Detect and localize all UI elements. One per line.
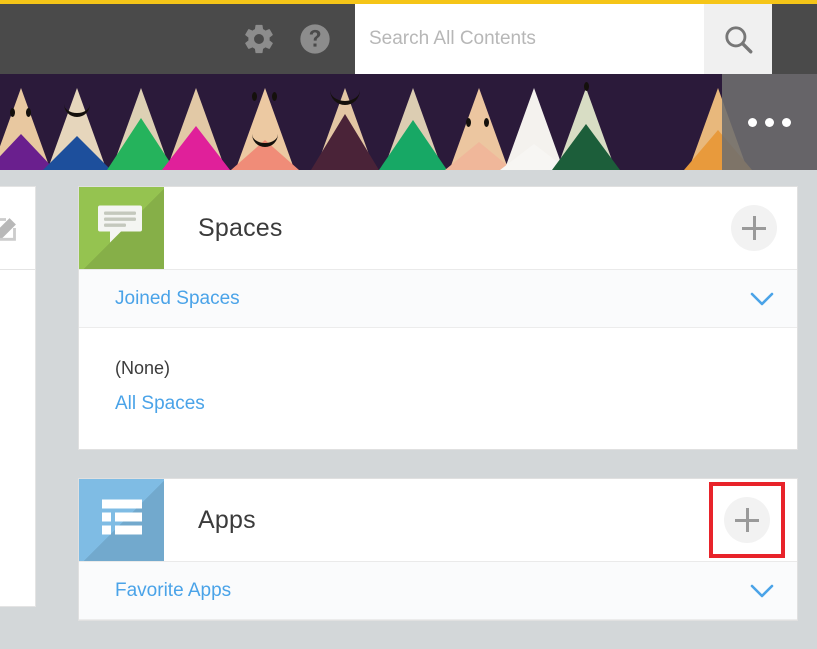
ellipsis-icon <box>782 117 791 127</box>
ellipsis-icon <box>748 117 757 127</box>
help-circle-icon[interactable] <box>297 21 333 57</box>
pencil <box>379 74 447 170</box>
joined-spaces-section-toggle[interactable]: Joined Spaces <box>79 270 797 328</box>
search-input[interactable] <box>355 4 704 74</box>
app-header <box>0 4 817 74</box>
pencil <box>222 74 308 170</box>
speech-bubble-icon <box>97 204 147 253</box>
spaces-empty-text: (None) <box>115 358 171 378</box>
chevron-down-icon <box>749 291 775 307</box>
rail-lower-panel <box>0 270 36 607</box>
pencil <box>552 74 620 170</box>
header-icon-group <box>0 4 355 74</box>
apps-add-slot-highlight <box>709 482 785 558</box>
pencil <box>500 74 568 170</box>
pencil <box>42 74 112 170</box>
pencil <box>0 74 55 170</box>
pencil <box>308 74 382 170</box>
compose-panel[interactable] <box>0 186 36 270</box>
spaces-add-button[interactable] <box>731 205 777 251</box>
top-accent-bar <box>0 0 817 4</box>
all-spaces-link[interactable]: All Spaces <box>115 393 205 415</box>
favorite-apps-section-toggle[interactable]: Favorite Apps <box>79 562 797 620</box>
ellipsis-icon <box>765 117 774 127</box>
spaces-add-slot <box>731 205 777 251</box>
spaces-card-header: Spaces <box>79 187 797 270</box>
spaces-tile <box>79 187 164 269</box>
apps-add-button[interactable] <box>724 497 770 543</box>
left-rail <box>0 186 36 607</box>
favorite-apps-label: Favorite Apps <box>115 579 232 601</box>
spaces-card-body: (None) All Spaces <box>79 328 797 449</box>
apps-card: Apps Favorite Apps <box>78 478 798 621</box>
chevron-down-icon <box>749 583 775 599</box>
edit-pencil-icon <box>0 218 16 241</box>
list-icon <box>98 498 146 543</box>
global-search <box>355 4 772 74</box>
pencil <box>162 74 230 170</box>
pencil-illustration <box>0 74 817 170</box>
spaces-card: Spaces Joined Spaces (None) All Spaces <box>78 186 798 450</box>
main-content: Spaces Joined Spaces (None) All Spaces A… <box>78 186 798 649</box>
plus-icon <box>742 216 766 240</box>
spaces-card-title: Spaces <box>198 213 283 242</box>
joined-spaces-label: Joined Spaces <box>115 287 240 309</box>
search-button[interactable] <box>704 4 772 74</box>
banner-image <box>0 74 817 170</box>
apps-card-header: Apps <box>79 479 797 562</box>
apps-tile <box>79 479 164 561</box>
search-icon <box>725 26 753 54</box>
apps-card-title: Apps <box>198 505 256 534</box>
plus-icon <box>735 508 759 532</box>
banner-more-button[interactable] <box>722 74 817 170</box>
gear-icon[interactable] <box>241 21 277 57</box>
